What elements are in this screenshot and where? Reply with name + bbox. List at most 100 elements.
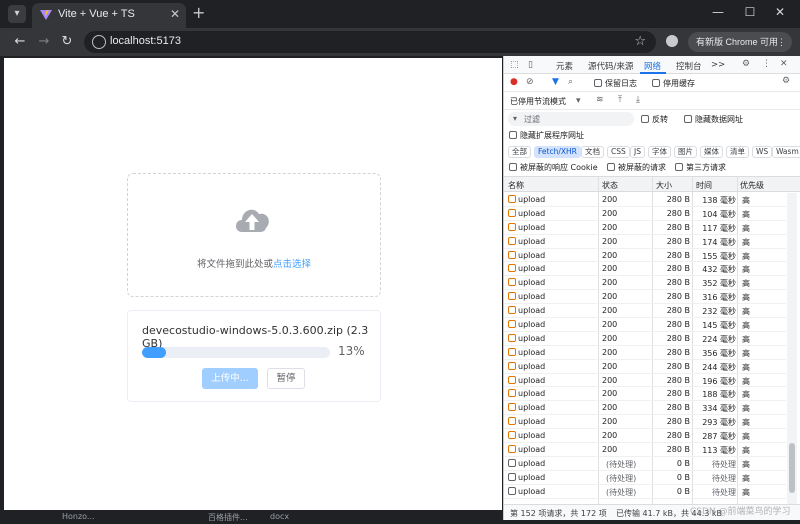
network-request-row[interactable]: upload (待处理) 0 B 待处理高 [504, 457, 786, 471]
filter-js[interactable]: JS [630, 146, 645, 158]
third-party-checkbox[interactable] [675, 163, 683, 171]
filter-wasm[interactable]: Wasm [772, 146, 800, 158]
forward-icon[interactable]: → [36, 34, 52, 49]
site-info-icon[interactable] [92, 35, 106, 49]
wifi-icon[interactable]: ≋ [596, 95, 604, 105]
request-priority: 高 [742, 348, 750, 358]
request-status: 200 [602, 208, 618, 218]
network-request-row[interactable]: upload 200 280 B 113 毫秒高 [504, 443, 786, 457]
uploading-button[interactable]: 上传中... [202, 368, 258, 389]
profile-icon[interactable] [666, 35, 678, 47]
filter-fetch-xhr[interactable]: Fetch/XHR [534, 146, 581, 158]
network-request-row[interactable]: upload 200 280 B 138 毫秒高 [504, 193, 786, 207]
blocked-cookies-checkbox[interactable] [509, 163, 517, 171]
network-request-row[interactable]: upload 200 280 B 224 毫秒高 [504, 332, 786, 346]
devtools-close-icon[interactable]: ✕ [780, 59, 788, 69]
export-icon[interactable]: ⤓ [636, 95, 640, 105]
filter-input[interactable]: ▾ 过滤 [508, 112, 634, 126]
chrome-update-button[interactable]: 有新版 Chrome 可用 ⋮ [688, 32, 792, 52]
col-status[interactable]: 状态 [602, 180, 618, 191]
clear-icon[interactable]: ⊘ [526, 77, 534, 87]
network-request-row[interactable]: upload 200 280 B 356 毫秒高 [504, 346, 786, 360]
request-time: 待处理 [712, 487, 736, 497]
request-count: 第 152 项请求，共 172 项 [510, 509, 607, 518]
device-toolbar-icon[interactable]: ▯ [528, 60, 533, 70]
col-priority[interactable]: 优先级 [740, 180, 764, 191]
request-name: upload [518, 472, 546, 482]
tab-close-icon[interactable]: ✕ [170, 7, 180, 21]
col-time[interactable]: 时间 [696, 180, 712, 191]
network-request-row[interactable]: upload 200 280 B 287 毫秒高 [504, 429, 786, 444]
inspect-element-icon[interactable]: ⬚ [510, 60, 519, 70]
network-request-row[interactable]: upload 200 280 B 117 毫秒高 [504, 221, 786, 235]
minimize-icon[interactable]: — [708, 5, 728, 19]
network-request-row[interactable]: upload 200 280 B 232 毫秒高 [504, 304, 786, 319]
network-request-row[interactable]: upload 200 280 B 155 毫秒高 [504, 249, 786, 263]
maximize-icon[interactable]: ☐ [740, 5, 760, 19]
tab-console[interactable]: 控制台 [676, 60, 702, 72]
filter-ws[interactable]: WS [752, 146, 773, 158]
throttle-select[interactable]: 已停用节流模式 [510, 96, 566, 107]
upload-dropzone[interactable]: 将文件拖到此处或点击选择 [127, 173, 381, 297]
invert-checkbox[interactable] [641, 115, 649, 123]
col-size[interactable]: 大小 [656, 180, 672, 191]
filter-manifest[interactable]: 清单 [726, 146, 749, 158]
request-name: upload [518, 445, 546, 455]
tab-search-button[interactable]: ▾ [8, 5, 26, 23]
disable-cache-checkbox[interactable] [652, 79, 660, 87]
network-request-row[interactable]: upload 200 280 B 352 毫秒高 [504, 276, 786, 291]
menu-kebab-icon[interactable]: ⋮ [777, 32, 786, 52]
taskbar-item[interactable]: Honzo... [62, 512, 95, 521]
chevron-down-icon[interactable]: ▾ [576, 96, 581, 106]
network-request-row[interactable]: upload (待处理) 0 B 待处理高 [504, 485, 786, 499]
new-tab-icon[interactable]: + [192, 3, 205, 22]
more-tabs-button[interactable]: >> [711, 60, 725, 70]
hide-extension-urls-checkbox[interactable] [509, 131, 517, 139]
blocked-requests-checkbox[interactable] [607, 163, 615, 171]
network-request-row[interactable]: upload 200 280 B 293 毫秒高 [504, 415, 786, 430]
request-priority: 高 [742, 265, 750, 275]
filter-img[interactable]: 图片 [674, 146, 697, 158]
record-icon[interactable]: ● [510, 77, 518, 87]
scrollbar-thumb[interactable] [789, 443, 795, 493]
request-status: 200 [602, 264, 618, 274]
reload-icon[interactable]: ↻ [59, 34, 75, 49]
browser-tab[interactable]: Vite + Vue + TS ✕ [32, 3, 186, 28]
network-request-row[interactable]: upload 200 280 B 145 毫秒高 [504, 318, 786, 332]
close-window-icon[interactable]: ✕ [770, 5, 790, 19]
network-request-row[interactable]: upload (待处理) 0 B 待处理高 [504, 471, 786, 485]
tab-elements[interactable]: 元素 [556, 60, 573, 72]
pause-button[interactable]: 暂停 [267, 368, 305, 389]
search-icon[interactable]: ⌕ [568, 77, 573, 87]
network-request-row[interactable]: upload 200 280 B 188 毫秒高 [504, 387, 786, 402]
filter-font[interactable]: 字体 [648, 146, 671, 158]
import-icon[interactable]: ⤒ [618, 95, 622, 105]
network-request-row[interactable]: upload 200 280 B 316 毫秒高 [504, 290, 786, 305]
hide-data-urls-checkbox[interactable] [684, 115, 692, 123]
taskbar-item[interactable]: docx [270, 512, 289, 521]
tab-sources[interactable]: 源代码/来源 [588, 60, 633, 72]
col-name[interactable]: 名称 [508, 180, 524, 191]
network-request-row[interactable]: upload 200 280 B 334 毫秒高 [504, 401, 786, 416]
bookmark-star-icon[interactable]: ☆ [634, 34, 646, 49]
filter-all[interactable]: 全部 [508, 146, 531, 158]
devtools-menu-icon[interactable]: ⋮ [762, 59, 771, 69]
click-select-link[interactable]: 点击选择 [273, 259, 311, 270]
preserve-log-checkbox[interactable] [594, 79, 602, 87]
network-request-row[interactable]: upload 200 280 B 244 毫秒高 [504, 360, 786, 374]
filter-css[interactable]: CSS [607, 146, 630, 158]
address-bar[interactable]: localhost:5173 ☆ [84, 31, 656, 53]
back-icon[interactable]: ← [12, 34, 28, 49]
request-list-scrollbar[interactable] [787, 193, 797, 504]
network-request-row[interactable]: upload 200 280 B 174 毫秒高 [504, 235, 786, 249]
settings-gear-icon[interactable]: ⚙ [742, 59, 750, 69]
tab-network[interactable]: 网络 [644, 60, 661, 72]
network-settings-icon[interactable]: ⚙ [782, 76, 790, 86]
filter-doc[interactable]: 文档 [581, 146, 604, 158]
taskbar-item[interactable]: 百格插件... [208, 512, 248, 523]
network-request-row[interactable]: upload 200 280 B 104 毫秒高 [504, 207, 786, 221]
filter-media[interactable]: 媒体 [700, 146, 723, 158]
filter-funnel-icon[interactable]: ▼ [552, 77, 559, 87]
network-request-row[interactable]: upload 200 280 B 196 毫秒高 [504, 374, 786, 388]
network-request-row[interactable]: upload 200 280 B 432 毫秒高 [504, 262, 786, 277]
